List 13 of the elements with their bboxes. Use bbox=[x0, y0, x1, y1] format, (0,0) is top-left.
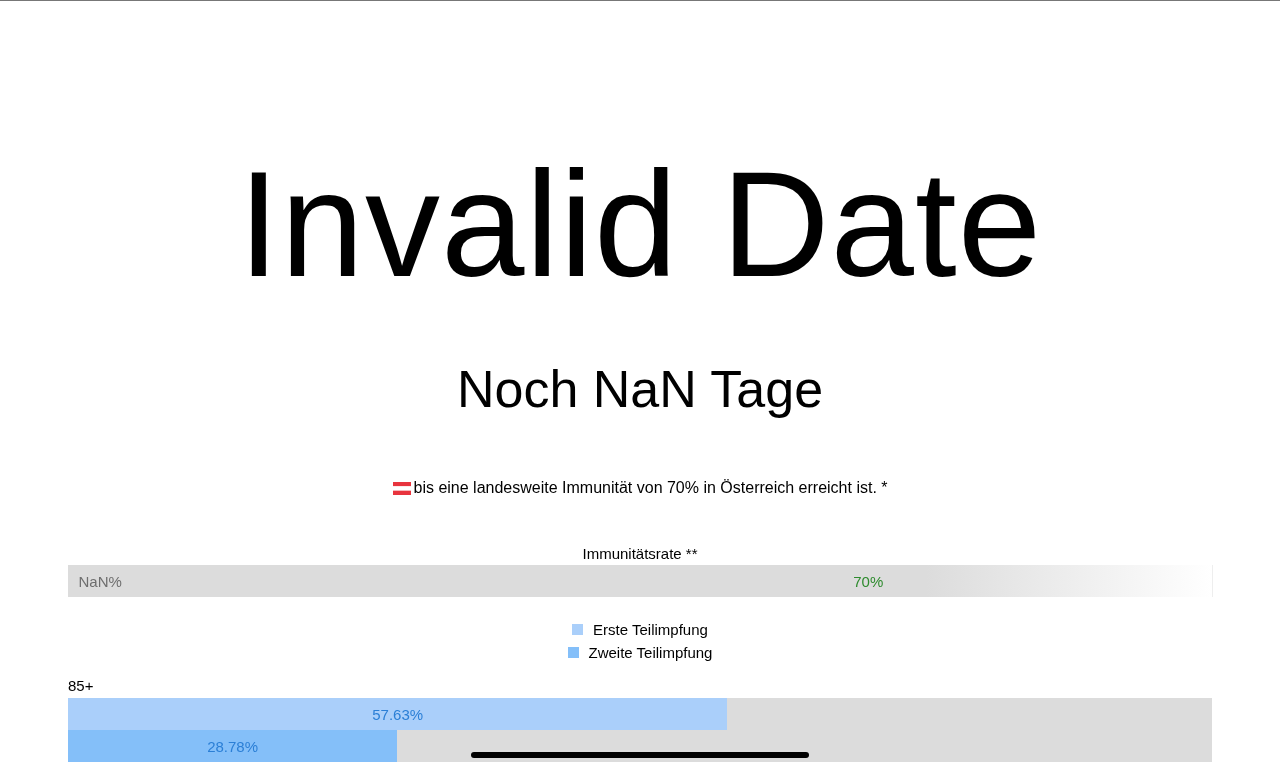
immunity-value: NaN% bbox=[78, 572, 122, 590]
countdown-text: Noch NaN Tage bbox=[456, 359, 824, 419]
progress-fill: 57.63% bbox=[68, 698, 728, 730]
home-indicator[interactable] bbox=[471, 752, 809, 758]
progress-fill: 28.78% bbox=[68, 730, 398, 762]
immunity-label: Immunitätsrate ** bbox=[582, 545, 698, 562]
austria-flag-icon bbox=[392, 481, 411, 495]
legend-label: Zweite Teilimpfung bbox=[588, 644, 713, 661]
subtitle-text: bis eine landesweite Immunität von 70% in Österreich erreicht ist. * bbox=[413, 479, 888, 497]
date-title: Invalid Date bbox=[237, 139, 1043, 310]
age-group-label: 85+ bbox=[68, 677, 95, 694]
legend-label: Erste Teilimpfung bbox=[593, 621, 708, 638]
target-value: 70% bbox=[853, 572, 884, 590]
